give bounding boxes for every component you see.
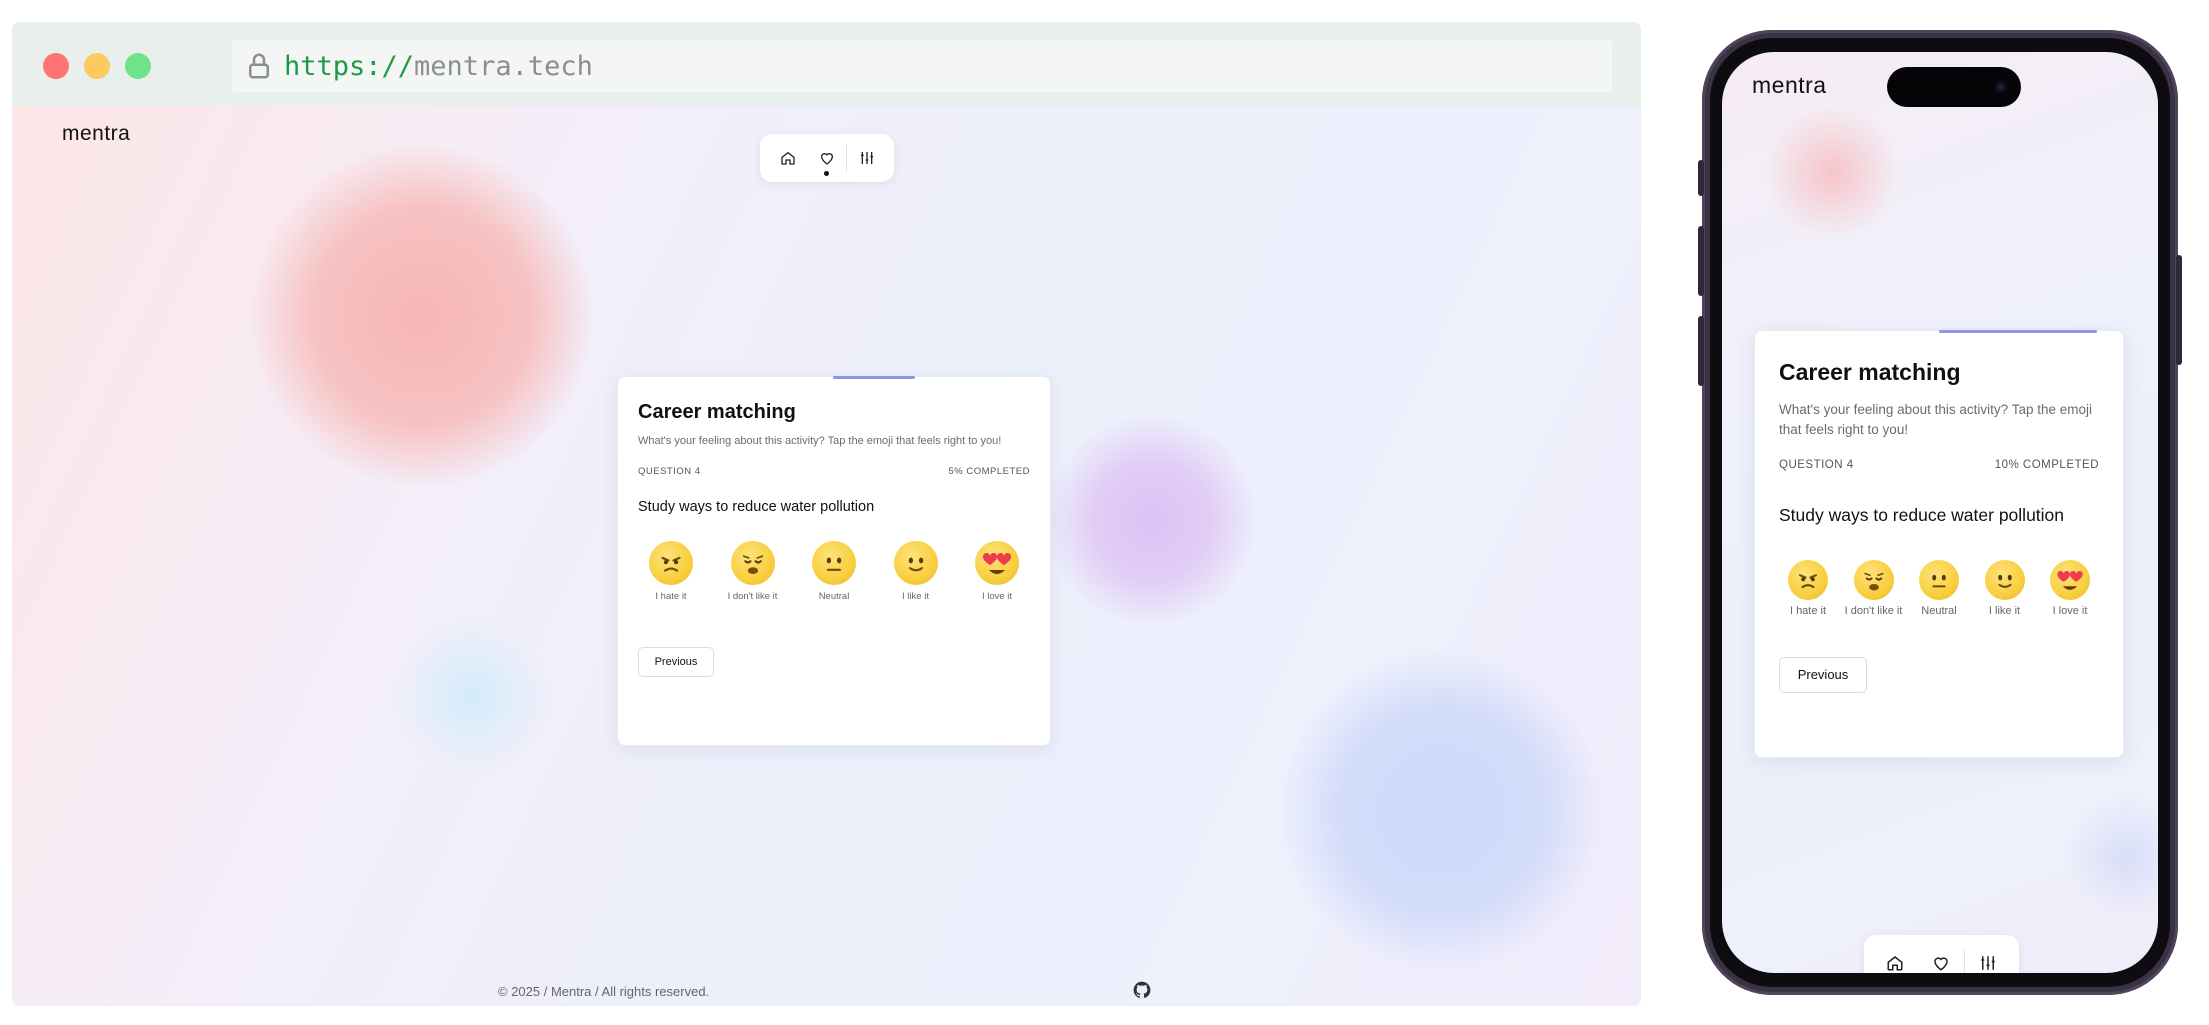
decorative-blob: [392, 616, 552, 776]
home-icon: [780, 151, 795, 165]
slight-smile-icon: [893, 540, 938, 585]
emoji-rating-row: I hate it I don't like it Neutral I like…: [638, 540, 1030, 603]
emoji-label: I love it: [981, 590, 1013, 602]
volume-up-button: [1698, 226, 1704, 296]
angry-face-icon: [1788, 560, 1828, 601]
camera-icon: [1995, 81, 2007, 93]
question-meta: QUESTION 4 10% COMPLETED: [1779, 459, 2099, 471]
footer-copyright: © 2025 / Mentra / All rights reserved.: [498, 984, 710, 999]
minimize-window-button[interactable]: [84, 53, 110, 79]
emoji-label: I love it: [2052, 605, 2088, 618]
github-icon[interactable]: [1132, 980, 1152, 1000]
nav-home-button[interactable]: [768, 134, 807, 182]
power-button: [2176, 255, 2182, 365]
home-icon: [1887, 955, 1903, 970]
emoji-label: Neutral: [1921, 605, 1957, 618]
emoji-option-like[interactable]: I like it: [883, 540, 949, 603]
card-title: Career matching: [638, 401, 796, 423]
active-indicator: [824, 171, 829, 176]
app-logo[interactable]: mentra: [62, 122, 130, 146]
emoji-option-neutral[interactable]: Neutral: [801, 540, 867, 603]
previous-button[interactable]: Previous: [1779, 656, 1867, 693]
url-host: mentra.tech: [414, 50, 593, 82]
emoji-option-like[interactable]: I like it: [1976, 560, 2034, 619]
address-bar[interactable]: https://mentra.tech: [232, 40, 1612, 92]
slight-smile-icon: [1984, 560, 2025, 601]
bottom-nav: [1864, 935, 2019, 973]
heart-eyes-icon: [2050, 560, 2090, 601]
mobile-device-frame: mentra Career matching What's your feeli…: [1698, 30, 2182, 995]
previous-button[interactable]: Previous: [638, 646, 714, 677]
decorative-blob: [252, 146, 592, 486]
emoji-option-hate[interactable]: I hate it: [1779, 560, 1837, 619]
desktop-browser-window: https://mentra.tech mentra Career matchi…: [12, 22, 1641, 1006]
close-window-button[interactable]: [43, 53, 69, 79]
tired-face-icon: [1853, 560, 1894, 601]
heart-icon: [1934, 956, 1948, 971]
decorative-blob: [1762, 102, 1902, 242]
card-title: Career matching: [1779, 359, 1961, 385]
decorative-blob: [2062, 792, 2158, 922]
decorative-blob: [1282, 651, 1602, 971]
question-number: QUESTION 4: [638, 465, 701, 477]
heart-icon: [820, 153, 833, 165]
sliders-icon: [1981, 955, 1995, 970]
question-text: Study ways to reduce water pollution: [1779, 505, 2065, 526]
emoji-label: I like it: [902, 590, 929, 602]
progress-bar: [1939, 330, 2097, 333]
completion-status: 5% COMPLETED: [948, 465, 1030, 477]
nav-favorites-button[interactable]: [807, 134, 846, 182]
emoji-label: I don't like it: [727, 590, 778, 602]
phone-action-button: [1698, 160, 1704, 196]
volume-down-button: [1698, 316, 1704, 386]
nav-settings-button[interactable]: [847, 134, 886, 182]
progress-bar: [833, 376, 915, 379]
tired-face-icon: [730, 540, 775, 585]
question-number: QUESTION 4: [1779, 459, 1854, 472]
decorative-blob: [1047, 416, 1257, 626]
emoji-rating-row: I hate it I don't like it Neutral I like…: [1779, 560, 2099, 619]
nav-home-button[interactable]: [1872, 935, 1918, 973]
emoji-label: I hate it: [1789, 605, 1827, 618]
emoji-label: I hate it: [655, 590, 687, 602]
card-description: What's your feeling about this activity?…: [638, 435, 1002, 447]
emoji-option-love[interactable]: I love it: [2041, 560, 2099, 619]
career-matching-card: Career matching What's your feeling abou…: [1754, 330, 2124, 758]
nav-favorites-button[interactable]: [1918, 935, 1964, 973]
browser-titlebar: https://mentra.tech: [12, 22, 1641, 106]
sliders-icon: [860, 152, 873, 164]
dynamic-island: [1887, 67, 2021, 107]
emoji-option-dislike[interactable]: I don't like it: [720, 540, 786, 603]
heart-eyes-icon: [975, 540, 1019, 585]
question-meta: QUESTION 4 5% COMPLETED: [638, 466, 1030, 477]
nav-settings-button[interactable]: [1965, 935, 2011, 973]
card-description: What's your feeling about this activity?…: [1779, 402, 2092, 437]
angry-face-icon: [649, 540, 693, 585]
maximize-window-button[interactable]: [125, 53, 151, 79]
emoji-option-dislike[interactable]: I don't like it: [1845, 560, 1903, 619]
emoji-option-hate[interactable]: I hate it: [638, 540, 704, 603]
url-scheme: https://: [284, 50, 415, 82]
app-logo[interactable]: mentra: [1752, 72, 1827, 99]
neutral-face-icon: [1919, 560, 1959, 601]
top-nav: [760, 134, 894, 182]
mobile-screen: mentra Career matching What's your feeli…: [1722, 52, 2158, 973]
question-text: Study ways to reduce water pollution: [638, 498, 875, 515]
emoji-option-neutral[interactable]: Neutral: [1910, 560, 1968, 619]
emoji-label: I don't like it: [1844, 605, 1903, 618]
emoji-label: Neutral: [818, 590, 850, 602]
emoji-option-love[interactable]: I love it: [964, 540, 1030, 603]
lock-icon: [244, 51, 274, 81]
emoji-label: I like it: [1988, 605, 2021, 618]
neutral-face-icon: [812, 540, 856, 585]
career-matching-card: Career matching What's your feeling abou…: [617, 376, 1051, 746]
completion-status: 10% COMPLETED: [1994, 459, 2099, 472]
